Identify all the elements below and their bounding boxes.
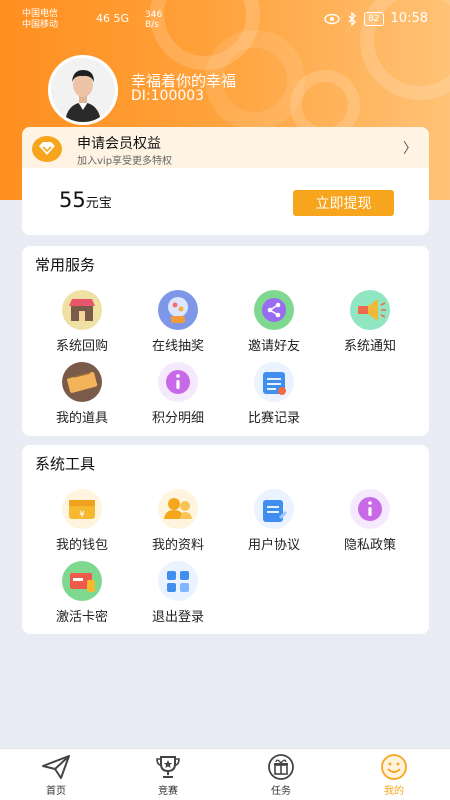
battery-level: 82 (364, 11, 384, 26)
tool-label: 我的钱包 (55, 538, 108, 553)
tool-activate-card[interactable]: 激活卡密 (34, 560, 130, 632)
smiley-icon (381, 754, 407, 780)
bluetooth-icon (348, 11, 356, 26)
tab-tasks[interactable]: 任务 (241, 749, 321, 800)
logout-icon (158, 561, 198, 601)
avatar[interactable] (48, 55, 118, 125)
bottom-tab-bar: 首页 竞赛 任务 我的 (0, 748, 450, 800)
service-system-buyback[interactable]: 系统回购 (34, 289, 130, 361)
chevron-right-icon: 〉 (403, 141, 417, 157)
tab-home[interactable]: 首页 (16, 749, 96, 800)
service-my-props[interactable]: 我的道具 (34, 361, 130, 433)
balance: 55元宝 (59, 188, 112, 212)
service-invite-friends[interactable]: 邀请好友 (226, 289, 322, 361)
member-subtitle: 加入vip享受更多特权 (77, 156, 173, 167)
svg-text:¥: ¥ (79, 510, 85, 520)
agreement-icon (254, 489, 294, 529)
common-services-card: 常用服务 系统回购 在线抽奖 邀请好友 系统通知 我的道具 积分明细 比赛记录 (22, 246, 429, 436)
balance-unit: 元宝 (85, 196, 112, 211)
tool-label: 退出登录 (151, 610, 204, 625)
lottery-icon (158, 290, 198, 330)
network-speed: 346 B/s (145, 10, 162, 30)
tool-user-agreement[interactable]: 用户协议 (226, 488, 322, 560)
activate-card-icon (62, 561, 102, 601)
carrier-info: 中国电信 中国移动 (22, 9, 58, 31)
wallet-icon: ¥ (62, 489, 102, 529)
user-id: DI:100003 (131, 88, 205, 104)
status-right: 82 10:58 (324, 11, 428, 26)
privacy-icon (350, 489, 390, 529)
tool-privacy-policy[interactable]: 隐私政策 (322, 488, 418, 560)
carrier-1: 中国电信 (22, 9, 59, 19)
carrier-2: 中国移动 (22, 20, 59, 30)
tab-mine[interactable]: 我的 (354, 749, 434, 800)
eye-icon (324, 13, 340, 24)
tool-logout[interactable]: 退出登录 (130, 560, 226, 632)
vip-banner[interactable]: 申请会员权益 加入vip享受更多特权 〉 (22, 127, 429, 168)
shop-icon (62, 290, 102, 330)
service-label: 系统通知 (343, 339, 396, 354)
share-icon (254, 290, 294, 330)
section-title: 常用服务 (35, 256, 96, 274)
tab-label: 任务 (271, 786, 291, 797)
service-label: 比赛记录 (247, 411, 300, 426)
service-system-notice[interactable]: 系统通知 (322, 289, 418, 361)
service-label: 我的道具 (55, 411, 108, 426)
service-label: 在线抽奖 (151, 339, 204, 354)
signal-indicator: 46 5G (96, 12, 130, 25)
speed-unit: B/s (145, 20, 159, 30)
profile-icon (158, 489, 198, 529)
status-bar: 中国电信 中国移动 46 5G 346 B/s 82 10:58 (0, 0, 450, 40)
record-icon (254, 362, 294, 402)
member-title: 申请会员权益 (77, 136, 161, 152)
user-portrait-icon (51, 58, 115, 122)
info-icon (158, 362, 198, 402)
tab-label: 竞赛 (158, 786, 178, 797)
tool-label: 隐私政策 (343, 538, 396, 553)
system-tools-card: 系统工具 ¥ 我的钱包 我的资料 用户协议 隐私政策 激活卡密 退出登录 (22, 445, 429, 634)
speed-value: 346 (145, 10, 163, 20)
service-label: 邀请好友 (247, 339, 300, 354)
tool-label: 我的资料 (151, 538, 204, 553)
member-card: 申请会员权益 加入vip享受更多特权 〉 55元宝 立即提现 (22, 127, 429, 235)
clock: 10:58 (390, 11, 428, 26)
tab-label: 我的 (384, 786, 404, 797)
tool-my-wallet[interactable]: ¥ 我的钱包 (34, 488, 130, 560)
paper-plane-icon (42, 755, 70, 779)
tool-label: 用户协议 (247, 538, 300, 553)
tab-competition[interactable]: 竞赛 (128, 749, 208, 800)
service-label: 系统回购 (55, 339, 108, 354)
vip-diamond-icon (32, 136, 62, 162)
tool-my-profile[interactable]: 我的资料 (130, 488, 226, 560)
megaphone-icon (350, 290, 390, 330)
service-points-detail[interactable]: 积分明细 (130, 361, 226, 433)
gift-box-icon (268, 754, 294, 780)
trophy-icon (156, 756, 180, 778)
service-online-lottery[interactable]: 在线抽奖 (130, 289, 226, 361)
balance-value: 55 (59, 188, 86, 212)
tool-label: 激活卡密 (55, 610, 108, 625)
service-match-records[interactable]: 比赛记录 (226, 361, 322, 433)
service-label: 积分明细 (151, 411, 204, 426)
withdraw-button[interactable]: 立即提现 (293, 190, 394, 216)
ticket-icon (62, 362, 102, 402)
section-title: 系统工具 (35, 455, 96, 473)
tab-label: 首页 (46, 786, 66, 797)
